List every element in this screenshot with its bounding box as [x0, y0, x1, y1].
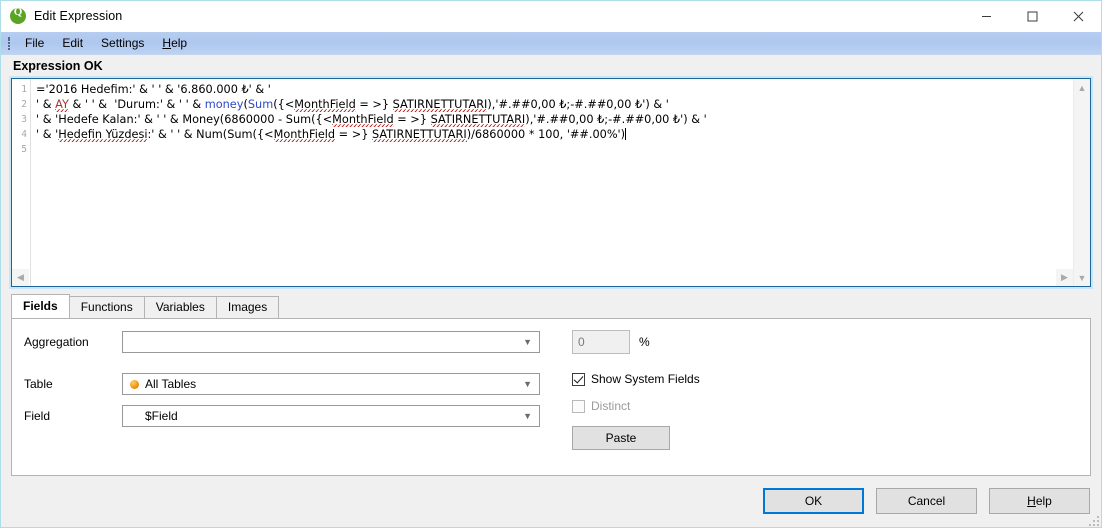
tab-functions[interactable]: Functions — [69, 296, 145, 318]
ok-button[interactable]: OK — [763, 488, 864, 514]
table-bullet-icon — [130, 380, 139, 389]
code-line-2: ' & AY & ' ' & 'Durum:' & ' ' & money(Su… — [36, 97, 1090, 112]
table-value: All Tables — [145, 377, 196, 391]
line-number: 5 — [12, 142, 30, 157]
line-number: 3 — [12, 112, 30, 127]
scroll-left-icon[interactable]: ◀ — [12, 269, 29, 286]
tab-variables[interactable]: Variables — [144, 296, 217, 318]
chevron-down-icon: ▼ — [523, 337, 532, 347]
percent-input[interactable]: 0 — [572, 330, 630, 354]
field-label: Field — [12, 409, 122, 423]
dialog-footer: OK Cancel Help — [1, 482, 1101, 527]
menu-item-edit[interactable]: Edit — [53, 34, 92, 52]
window-title: Edit Expression — [34, 9, 122, 23]
field-select[interactable]: $Field ▼ — [122, 405, 540, 427]
table-select[interactable]: All Tables ▼ — [122, 373, 540, 395]
close-icon[interactable] — [1055, 1, 1101, 32]
aggregation-select[interactable]: ▼ — [122, 331, 540, 353]
percent-row: 0 % — [572, 330, 650, 354]
code-line-3: ' & 'Hedefe Kalan:' & ' ' & Money(686000… — [36, 112, 1090, 127]
footer-button-group: OK Cancel Help — [763, 488, 1090, 514]
checkbox-checked-icon — [572, 373, 585, 386]
help-button[interactable]: Help — [989, 488, 1090, 514]
chevron-down-icon: ▼ — [523, 379, 532, 389]
code-line-4: ' & 'Hedefin Yüzdesi:' & ' ' & Num(Sum({… — [36, 127, 1090, 142]
paste-button[interactable]: Paste — [572, 426, 670, 450]
line-number: 4 — [12, 127, 30, 142]
expression-code-area[interactable]: ='2016 Hedefim:' & ' ' & '6.860.000 ₺' &… — [31, 79, 1090, 286]
line-number-gutter: 1 2 3 4 5 — [12, 79, 31, 286]
aggregation-row: Aggregation ▼ — [12, 331, 540, 353]
distinct-label: Distinct — [591, 399, 630, 413]
distinct-checkbox: Distinct — [572, 399, 630, 413]
expression-editor[interactable]: 1 2 3 4 5 ='2016 Hedefim:' & ' ' & '6.86… — [11, 78, 1091, 287]
tab-images[interactable]: Images — [216, 296, 279, 318]
maximize-icon[interactable] — [1009, 1, 1055, 32]
checkbox-unchecked-icon — [572, 400, 585, 413]
show-system-fields-row: Show System Fields — [572, 372, 700, 386]
field-row: Field $Field ▼ — [12, 405, 540, 427]
percent-sign-label: % — [639, 335, 650, 349]
menu-item-help[interactable]: Help — [153, 34, 196, 52]
table-row: Table All Tables ▼ — [12, 373, 540, 395]
chevron-down-icon: ▼ — [523, 411, 532, 421]
resize-grip-icon[interactable] — [1087, 514, 1099, 526]
field-value: $Field — [130, 409, 178, 423]
tab-bar: Fields Functions Variables Images — [11, 296, 1101, 318]
scroll-down-icon[interactable]: ▼ — [1074, 269, 1090, 286]
minimize-icon[interactable] — [963, 1, 1009, 32]
scroll-right-icon[interactable]: ▶ — [1056, 269, 1073, 286]
table-label: Table — [12, 377, 122, 391]
expression-status: Expression OK — [1, 55, 1101, 76]
distinct-row: Distinct — [572, 399, 630, 413]
tab-fields[interactable]: Fields — [11, 294, 70, 318]
window-controls — [963, 1, 1101, 32]
show-system-fields-label: Show System Fields — [591, 372, 700, 386]
code-line-1: ='2016 Hedefim:' & ' ' & '6.860.000 ₺' &… — [36, 82, 1090, 97]
code-line-5 — [36, 142, 1090, 157]
scroll-up-icon[interactable]: ▲ — [1074, 79, 1090, 96]
fields-tab-panel: Aggregation ▼ Table All Tables ▼ Field $… — [11, 318, 1091, 476]
editor-vertical-scrollbar[interactable]: ▲ ▼ — [1073, 79, 1090, 286]
show-system-fields-checkbox[interactable]: Show System Fields — [572, 372, 700, 386]
line-number: 1 — [12, 82, 30, 97]
menu-item-settings[interactable]: Settings — [92, 34, 153, 52]
menu-item-file[interactable]: File — [16, 34, 53, 52]
menu-grip-icon — [5, 36, 13, 51]
cancel-button[interactable]: Cancel — [876, 488, 977, 514]
aggregation-label: Aggregation — [12, 335, 122, 349]
title-bar: Edit Expression — [1, 1, 1101, 32]
qlikview-logo-icon — [10, 8, 26, 24]
line-number: 2 — [12, 97, 30, 112]
menu-bar: File Edit Settings Help — [1, 32, 1101, 55]
